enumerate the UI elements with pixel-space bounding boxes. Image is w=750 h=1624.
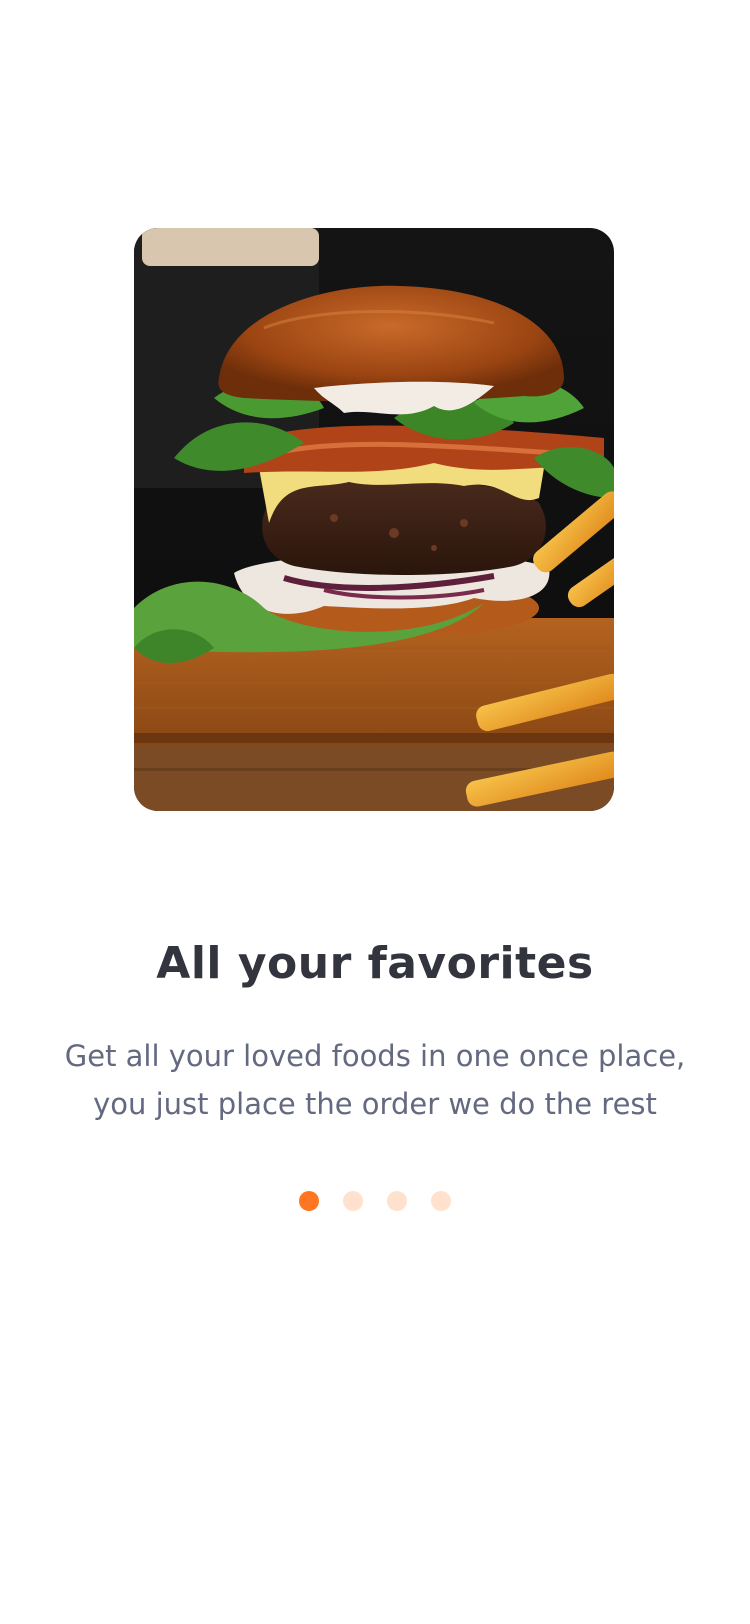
burger-photo — [134, 228, 614, 811]
page-dot-3[interactable] — [387, 1191, 407, 1211]
burger-image — [134, 228, 614, 811]
page-indicator — [0, 1191, 750, 1211]
page-dot-1[interactable] — [299, 1191, 319, 1211]
page-dot-2[interactable] — [343, 1191, 363, 1211]
onboarding-title: All your favorites — [156, 938, 594, 989]
subtitle-line-1: Get all your loved foods in one once pla… — [64, 1039, 686, 1073]
page-dot-4[interactable] — [431, 1191, 451, 1211]
onboarding-subtitle: Get all your loved foods in one once pla… — [40, 1032, 710, 1128]
subtitle-line-2: you just place the order we do the rest — [93, 1087, 657, 1121]
onboarding-screen: All your favorites Get all your loved fo… — [0, 0, 750, 1624]
